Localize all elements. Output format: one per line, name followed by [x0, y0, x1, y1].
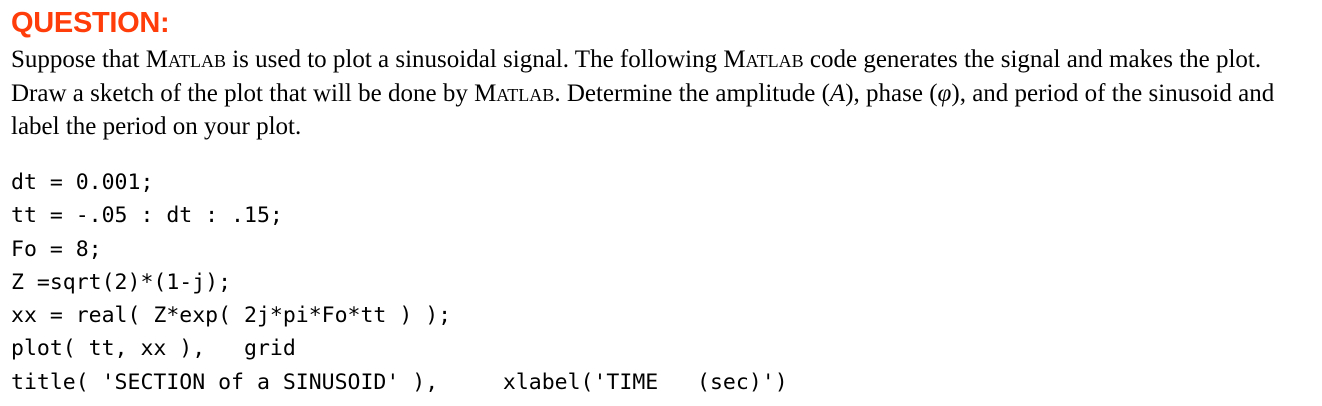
code-line-dt: dt = 0.001; [11, 170, 154, 195]
question-page: QUESTION: Suppose that Matlab is used to… [0, 0, 1322, 406]
question-text-part-1: Suppose that [11, 46, 146, 73]
code-line-tt: tt = -.05 : dt : .15; [11, 203, 283, 229]
matlab-name-1: Matlab [145, 46, 226, 73]
question-heading: QUESTION: [11, 7, 170, 39]
phase-symbol: φ [937, 79, 952, 107]
matlab-name-3: Matlab [474, 79, 555, 107]
question-text-part-5: ), phase ( [845, 79, 938, 107]
matlab-name-2: Matlab [723, 46, 804, 73]
code-line-plot: plot( tt, xx ), grid [11, 336, 296, 362]
code-line-z: Z =sqrt(2)*(1-j); [11, 269, 232, 295]
code-line-fo: Fo = 8; [11, 236, 102, 262]
question-text: Suppose that Matlab is used to plot a si… [11, 43, 1316, 144]
matlab-code-block: dt = 0.001; tt = -.05 : dt : .15; Fo = 8; Z… [11, 166, 788, 399]
amplitude-symbol: A [829, 79, 846, 107]
code-line-xx: xx = real( Z*exp( 2j*pi*Fo*tt ) ); [11, 303, 452, 329]
question-text-part-4: . Determine the amplitude ( [554, 79, 830, 107]
question-text-part-2: is used to plot a sinusoidal signal. The… [225, 46, 724, 73]
code-line-title: title( 'SECTION of a SINUSOID' ), xlabel… [11, 369, 788, 395]
